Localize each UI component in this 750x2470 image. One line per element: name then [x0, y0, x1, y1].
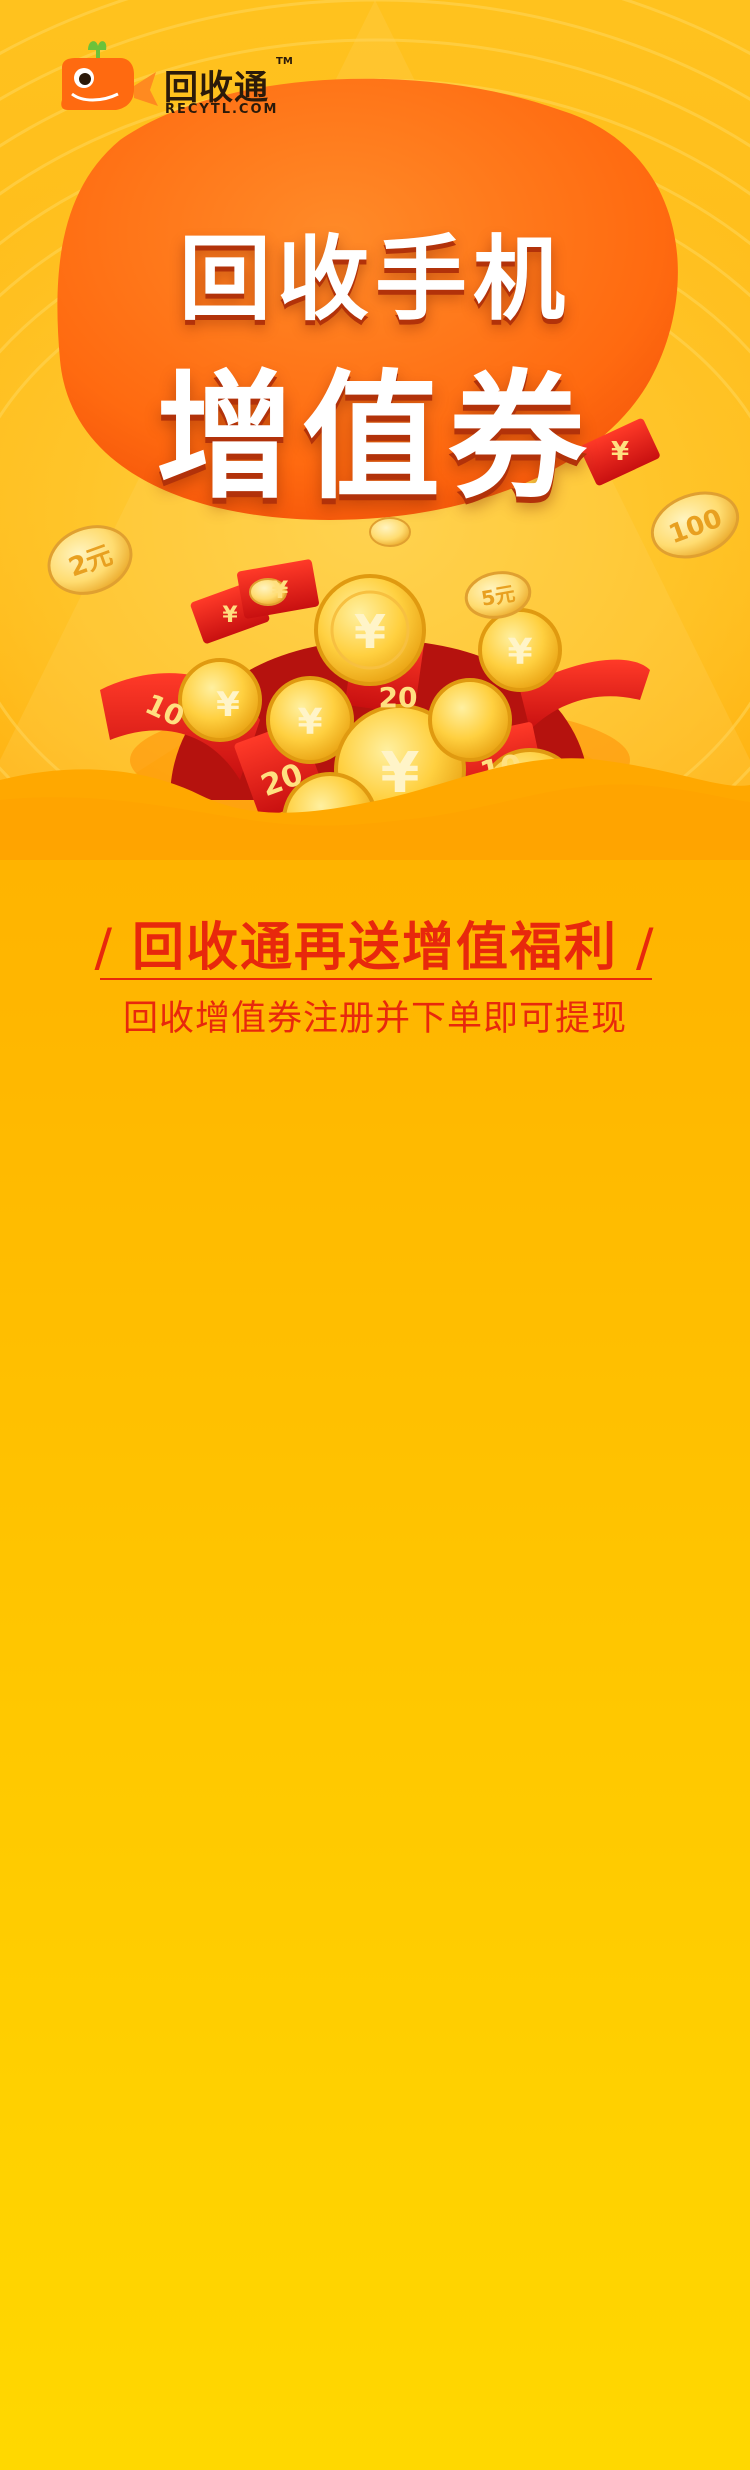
brand-logo[interactable]: 回收通 TM RECYTL.COM: [58, 38, 298, 128]
promo-page: ¥ ¥ ¥ ¥ ¥ ¥ ¥ ¥ 2元 5元 100 10 20 20 10: [0, 0, 750, 2470]
headline-slash-left: /: [94, 918, 114, 978]
promo-headline-text: 回收通再送增值福利: [131, 918, 618, 978]
promo-headline: / 回收通再送增值福利 /: [0, 905, 750, 980]
coin-symbol: ¥: [216, 685, 240, 725]
envelope-symbol: ¥: [222, 603, 238, 628]
trademark-mark: TM: [276, 56, 293, 67]
hero-title-line2: 增值券: [155, 357, 594, 518]
coin-symbol: ¥: [507, 632, 532, 673]
coin-amount: 20: [379, 681, 418, 714]
coin-symbol: ¥: [354, 605, 386, 659]
headline-slash-right: /: [636, 918, 656, 978]
envelope-symbol: ¥: [272, 576, 289, 604]
wave-divider: [0, 758, 750, 860]
whale-icon: [61, 41, 158, 110]
hero-title-line1: 回收手机: [178, 226, 571, 333]
headline-underline: [100, 978, 652, 980]
hero-banner: ¥ ¥ ¥ ¥ ¥ ¥ ¥ ¥ 2元 5元 100 10 20 20 10: [0, 0, 750, 860]
coin-symbol: ¥: [297, 702, 322, 743]
promo-subline: 回收增值券注册并下单即可提现: [122, 999, 627, 1039]
brand-domain: RECYTL.COM: [165, 102, 279, 117]
